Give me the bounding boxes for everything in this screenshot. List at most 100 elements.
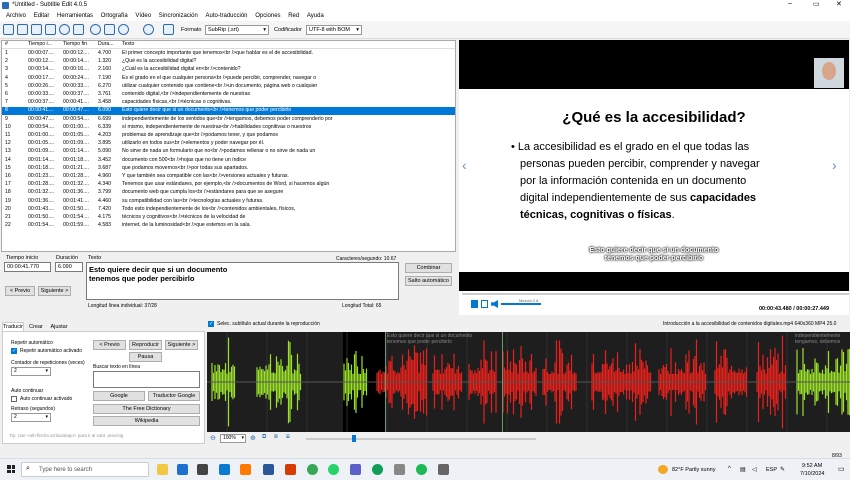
clock-date[interactable]: 7/10/2024 (800, 471, 824, 477)
weather-icon[interactable] (658, 465, 668, 474)
network-icon[interactable]: ▤ (740, 466, 746, 473)
header-start[interactable]: Tiempo i... (28, 41, 62, 49)
waveform-settings-icon[interactable]: ⧆ (286, 434, 290, 441)
help-icon[interactable] (143, 24, 154, 35)
table-row[interactable]: 12 00:01:05.... 00:01:09.... 3.895 utilizarl… (2, 140, 455, 148)
settings-icon[interactable] (118, 24, 129, 35)
previous-button[interactable]: < Previo (5, 286, 35, 296)
table-row[interactable]: 10 00:00:54.... 00:01:00.... 6.339 sí mismo,… (2, 124, 455, 132)
header-end[interactable]: Tiempo fin (63, 41, 97, 49)
previous-button[interactable]: < Previo (93, 340, 126, 350)
language-indicator[interactable]: ESP (766, 467, 777, 473)
spell-check-icon[interactable] (104, 24, 115, 35)
minimize-icon[interactable]: – (788, 0, 798, 7)
search-online-input[interactable] (93, 371, 200, 388)
next-button[interactable]: Siguiente > (38, 286, 71, 296)
auto-repeat-checkbox[interactable]: ✓ (11, 348, 17, 354)
auto-break-button[interactable]: Salto automático (405, 276, 452, 286)
tab-create[interactable]: Crear (26, 323, 46, 331)
google-button[interactable]: Google (93, 391, 145, 401)
menu-editar[interactable]: Editar (34, 11, 50, 21)
close-icon[interactable]: ✕ (836, 0, 846, 8)
taskbar-search[interactable]: ⌕ Type here to search (21, 462, 149, 477)
format-select[interactable]: SubRip (.srt) ▾ (205, 25, 269, 35)
volume-icon[interactable]: ◁ (752, 466, 757, 473)
subtitle-text-editor[interactable]: Esto quiere decir que si un documento te… (86, 262, 399, 300)
teams-icon[interactable] (350, 464, 361, 475)
waveform-scroll-track[interactable] (306, 438, 536, 440)
speaker-icon[interactable] (491, 300, 498, 308)
menu-ortografia[interactable]: Ortografía (101, 11, 128, 21)
table-row[interactable]: 11 00:01:00.... 00:01:05.... 4.203 problemas… (2, 132, 455, 140)
pause-button[interactable]: Pausa (129, 352, 162, 362)
layout-icon[interactable] (163, 24, 174, 35)
table-row[interactable]: 13 00:01:09.... 00:01:14.... 5.090 No sirve … (2, 148, 455, 156)
windows-start-icon[interactable] (7, 465, 15, 473)
table-row[interactable]: 14 00:01:14.... 00:01:18.... 3.452 documento… (2, 157, 455, 165)
next-slide-icon[interactable]: › (832, 157, 837, 173)
next-button[interactable]: Siguiente > (165, 340, 198, 350)
table-row[interactable]: 21 00:01:50.... 00:01:54.... 4.175 técnicos … (2, 214, 455, 222)
table-row[interactable]: 20 00:01:43.... 00:01:50.... 7.420 Todo esto… (2, 206, 455, 214)
combine-button[interactable]: Combinar (405, 263, 452, 273)
table-row[interactable]: 5 00:00:26.... 00:00:33.... 6.270 utilizar c… (2, 83, 455, 91)
volume-slider[interactable] (501, 303, 541, 305)
zoom-out-icon[interactable]: ⊖ (210, 434, 216, 442)
table-row[interactable]: 19 00:01:36.... 00:01:41.... 4.460 su compat… (2, 198, 455, 206)
visual-sync-icon[interactable] (90, 24, 101, 35)
app-icon-1[interactable] (177, 464, 188, 475)
tab-translate[interactable]: Traducir (2, 322, 24, 331)
table-row[interactable]: 3 00:00:14.... 00:00:16.... 2.160 ¿Cuál es l… (2, 66, 455, 74)
menu-herramientas[interactable]: Herramientas (57, 11, 93, 21)
zoom-select[interactable]: 100% ▾ (220, 434, 246, 443)
find-icon[interactable] (59, 24, 70, 35)
prev-slide-icon[interactable]: ‹ (462, 157, 467, 173)
vertical-zoom-icon[interactable]: ⧉ (262, 434, 266, 441)
table-row[interactable]: 8 00:00:41.... 00:00:47.... 6.090 Esto quier… (2, 107, 455, 115)
header-number[interactable]: # (5, 41, 25, 49)
menu-opciones[interactable]: Opciones (255, 11, 280, 21)
open-file-icon[interactable] (17, 24, 28, 35)
duration-input[interactable]: 6.090 (55, 262, 83, 272)
table-row[interactable]: 18 00:01:32.... 00:01:36.... 3.799 documento… (2, 189, 455, 197)
select-current-checkbox[interactable]: ✓ (208, 321, 214, 327)
menu-red[interactable]: Red (288, 11, 299, 21)
app-icon-2[interactable] (197, 464, 208, 475)
chrome-icon[interactable] (307, 464, 318, 475)
encoding-select[interactable]: UTF-8 with BOM ▾ (306, 25, 362, 35)
video-progress-track[interactable] (462, 293, 849, 295)
auto-continue-checkbox[interactable] (11, 396, 17, 402)
whatsapp-icon[interactable] (328, 464, 339, 475)
menu-video[interactable]: Vídeo (135, 11, 151, 21)
table-row[interactable]: 1 00:00:07.... 00:00:12.... 4.700 El primer … (2, 50, 455, 58)
zoom-in-icon[interactable]: ⊕ (250, 434, 256, 442)
table-row[interactable]: 2 00:00:12.... 00:00:14.... 1.320 ¿Qué es la… (2, 58, 455, 66)
spotify-icon[interactable] (416, 464, 427, 475)
stop-icon[interactable] (481, 300, 488, 308)
notification-icon[interactable]: ▭ (838, 465, 845, 473)
file-explorer-icon[interactable] (157, 464, 168, 475)
replace-icon[interactable] (73, 24, 84, 35)
app-icon-5[interactable] (394, 464, 405, 475)
play-icon[interactable] (471, 300, 478, 308)
save-as-icon[interactable] (45, 24, 56, 35)
start-time-input[interactable]: 00:00:41.770 (4, 262, 51, 272)
table-row[interactable]: 6 00:00:33.... 00:00:37.... 3.761 contenido … (2, 91, 455, 99)
table-row[interactable]: 16 00:01:23.... 00:01:28.... 4.960 Y que tam… (2, 173, 455, 181)
new-file-icon[interactable] (3, 24, 14, 35)
waveform[interactable]: Esto quiere decir que si un documento te… (207, 332, 850, 432)
google-translate-button[interactable]: Traductor Google (148, 391, 200, 401)
free-dictionary-button[interactable]: The Free Dictionary (93, 404, 200, 414)
header-text[interactable]: Texto (122, 41, 422, 49)
menu-archivo[interactable]: Archivo (6, 11, 26, 21)
table-row[interactable]: 15 00:01:18.... 00:01:21.... 3.687 que podam… (2, 165, 455, 173)
app-icon-6[interactable] (438, 464, 449, 475)
subtitle-list[interactable]: # Tiempo i... Tiempo fin Dura... Texto 1… (1, 40, 456, 252)
header-duration[interactable]: Dura... (98, 41, 120, 49)
pen-icon[interactable]: ✎ (780, 466, 785, 473)
repeat-count-select[interactable]: 2 ▾ (11, 367, 51, 376)
tab-adjust[interactable]: Ajustar (48, 323, 70, 331)
menu-ayuda[interactable]: Ayuda (307, 11, 324, 21)
table-row[interactable]: 22 00:01:54.... 00:01:59.... 4.583 internet,… (2, 222, 455, 230)
vertical-zoom-in-icon[interactable]: ⧈ (274, 434, 278, 441)
